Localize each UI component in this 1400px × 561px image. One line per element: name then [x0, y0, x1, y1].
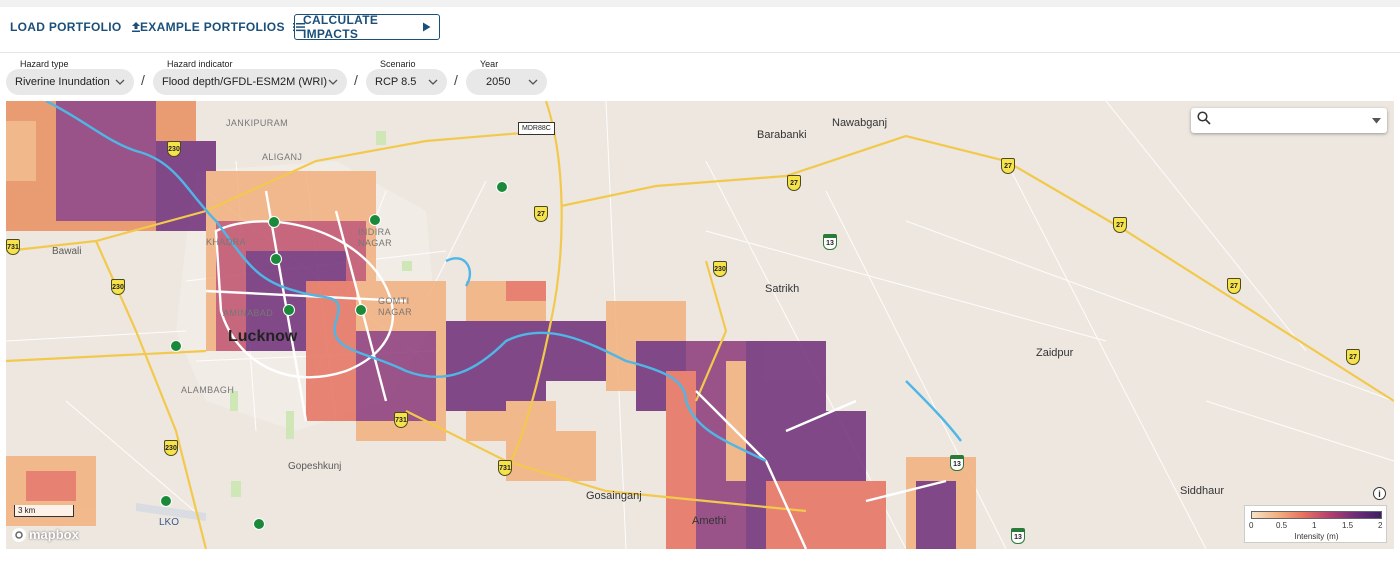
- map-base-layer: [6, 101, 1394, 549]
- load-portfolio-button[interactable]: LOAD PORTFOLIO: [10, 14, 142, 40]
- road-shield-27: 27: [1001, 158, 1015, 174]
- road-shield-27: 27: [787, 175, 801, 191]
- road-shield-13: 13: [1011, 528, 1025, 544]
- legend-tick: 0: [1249, 521, 1254, 530]
- map-label-gopeshkunj: Gopeshkunj: [288, 461, 342, 472]
- legend-tick: 0.5: [1276, 521, 1288, 530]
- map-search[interactable]: [1191, 108, 1387, 133]
- scenario-label: Scenario: [380, 59, 416, 69]
- map-label-lko: LKO: [159, 517, 180, 528]
- attribution-info-icon[interactable]: i: [1373, 487, 1386, 500]
- road-shield-27: 27: [1227, 278, 1241, 294]
- map-label-indira: INDIRA: [358, 227, 391, 237]
- dropdown-arrow-icon[interactable]: [1372, 117, 1381, 124]
- map-label-khadra: KHADRA: [206, 237, 246, 247]
- road-shield-27: 27: [1113, 217, 1127, 233]
- legend-tick: 2: [1378, 521, 1383, 530]
- road-shield-13: 13: [950, 455, 964, 471]
- map-label-nagar: NAGAR: [358, 238, 393, 248]
- map-label-lucknow: Lucknow: [228, 328, 298, 345]
- hazard-type-select[interactable]: Riverine Inundation: [6, 69, 134, 95]
- legend-title: Intensity (m): [1294, 532, 1339, 541]
- calculate-impacts-button[interactable]: CALCULATE IMPACTS: [294, 13, 440, 41]
- hazard-indicator-select[interactable]: Flood depth/GFDL-ESM2M (WRI): [153, 69, 347, 95]
- toolbar: LOAD PORTFOLIO EXAMPLE PORTFOLIOS CALCUL…: [0, 7, 1400, 53]
- hazard-map[interactable]: JANKIPURAM ALIGANJ INDIRA NAGAR KHADRA B…: [6, 101, 1394, 549]
- road-shield-230: 230: [164, 440, 178, 456]
- road-shield-230: 230: [713, 261, 727, 277]
- search-input[interactable]: [1217, 110, 1361, 131]
- map-label-aminabad: AMINABAD: [223, 308, 274, 318]
- load-portfolio-label: LOAD PORTFOLIO: [10, 20, 122, 34]
- map-label-nawabganj: Nawabganj: [832, 117, 888, 129]
- map-label-aliganj: ALIGANJ: [262, 152, 303, 162]
- map-label-zaidpur: Zaidpur: [1036, 347, 1074, 359]
- legend-color-bar: [1251, 511, 1382, 519]
- chevron-down-icon: [115, 79, 125, 85]
- hazard-indicator-label: Hazard indicator: [167, 59, 233, 69]
- mapbox-logo[interactable]: mapbox: [12, 527, 79, 542]
- example-portfolios-button[interactable]: EXAMPLE PORTFOLIOS: [140, 14, 305, 40]
- map-scale: 3 km: [14, 505, 74, 517]
- year-label: Year: [480, 59, 499, 69]
- road-shield-13: 13: [823, 234, 837, 250]
- scenario-select[interactable]: RCP 8.5: [366, 69, 447, 95]
- map-label-alambagh: ALAMBAGH: [181, 385, 235, 395]
- map-label-gomti-nagar: NAGAR: [378, 307, 413, 317]
- chevron-down-icon: [428, 79, 438, 85]
- filter-separator: /: [454, 72, 458, 88]
- year-value: 2050: [486, 76, 511, 88]
- map-label-siddhaur: Siddhaur: [1180, 485, 1225, 497]
- example-portfolios-label: EXAMPLE PORTFOLIOS: [140, 20, 285, 34]
- road-shield-mdr: MDR88C: [518, 122, 555, 135]
- mapbox-wordmark: mapbox: [29, 527, 79, 542]
- play-icon: [422, 22, 431, 32]
- hazard-indicator-value: Flood depth/GFDL-ESM2M (WRI): [162, 76, 328, 88]
- filter-separator: /: [141, 72, 145, 88]
- map-label-bawali: Bawali: [52, 246, 82, 257]
- road-shield-27: 27: [1346, 349, 1360, 365]
- intensity-legend: 0 0.5 1 1.5 2 Intensity (m): [1244, 505, 1387, 543]
- road-shield-230: 230: [111, 279, 125, 295]
- map-label-jankipuram: JANKIPURAM: [226, 118, 289, 128]
- top-strip: [0, 0, 1400, 7]
- chevron-down-icon: [528, 79, 538, 85]
- legend-tick: 1: [1312, 521, 1317, 530]
- map-label-barabanki: Barabanki: [757, 129, 807, 141]
- map-label-gomti: GOMTI: [378, 296, 410, 306]
- legend-tick: 1.5: [1342, 521, 1354, 530]
- search-icon: [1197, 111, 1211, 130]
- road-shield-731: 731: [394, 412, 408, 428]
- hazard-type-label: Hazard type: [20, 59, 69, 69]
- scenario-value: RCP 8.5: [375, 76, 417, 88]
- year-select[interactable]: 2050: [466, 69, 547, 95]
- road-shield-230: 230: [167, 141, 181, 157]
- map-label-satrikh: Satrikh: [765, 283, 800, 295]
- map-label-amethi: Amethi: [692, 515, 727, 527]
- map-label-gosainganj: Gosainganj: [586, 490, 642, 502]
- mapbox-icon: [12, 527, 26, 542]
- hazard-filters: Hazard type Riverine Inundation / Hazard…: [0, 53, 1400, 101]
- road-shield-731: 731: [498, 460, 512, 476]
- chevron-down-icon: [328, 79, 338, 85]
- calculate-impacts-label: CALCULATE IMPACTS: [303, 13, 379, 41]
- hazard-type-value: Riverine Inundation: [15, 76, 110, 88]
- road-shield-731: 731: [6, 239, 20, 255]
- filter-separator: /: [354, 72, 358, 88]
- road-shield-27: 27: [534, 206, 548, 222]
